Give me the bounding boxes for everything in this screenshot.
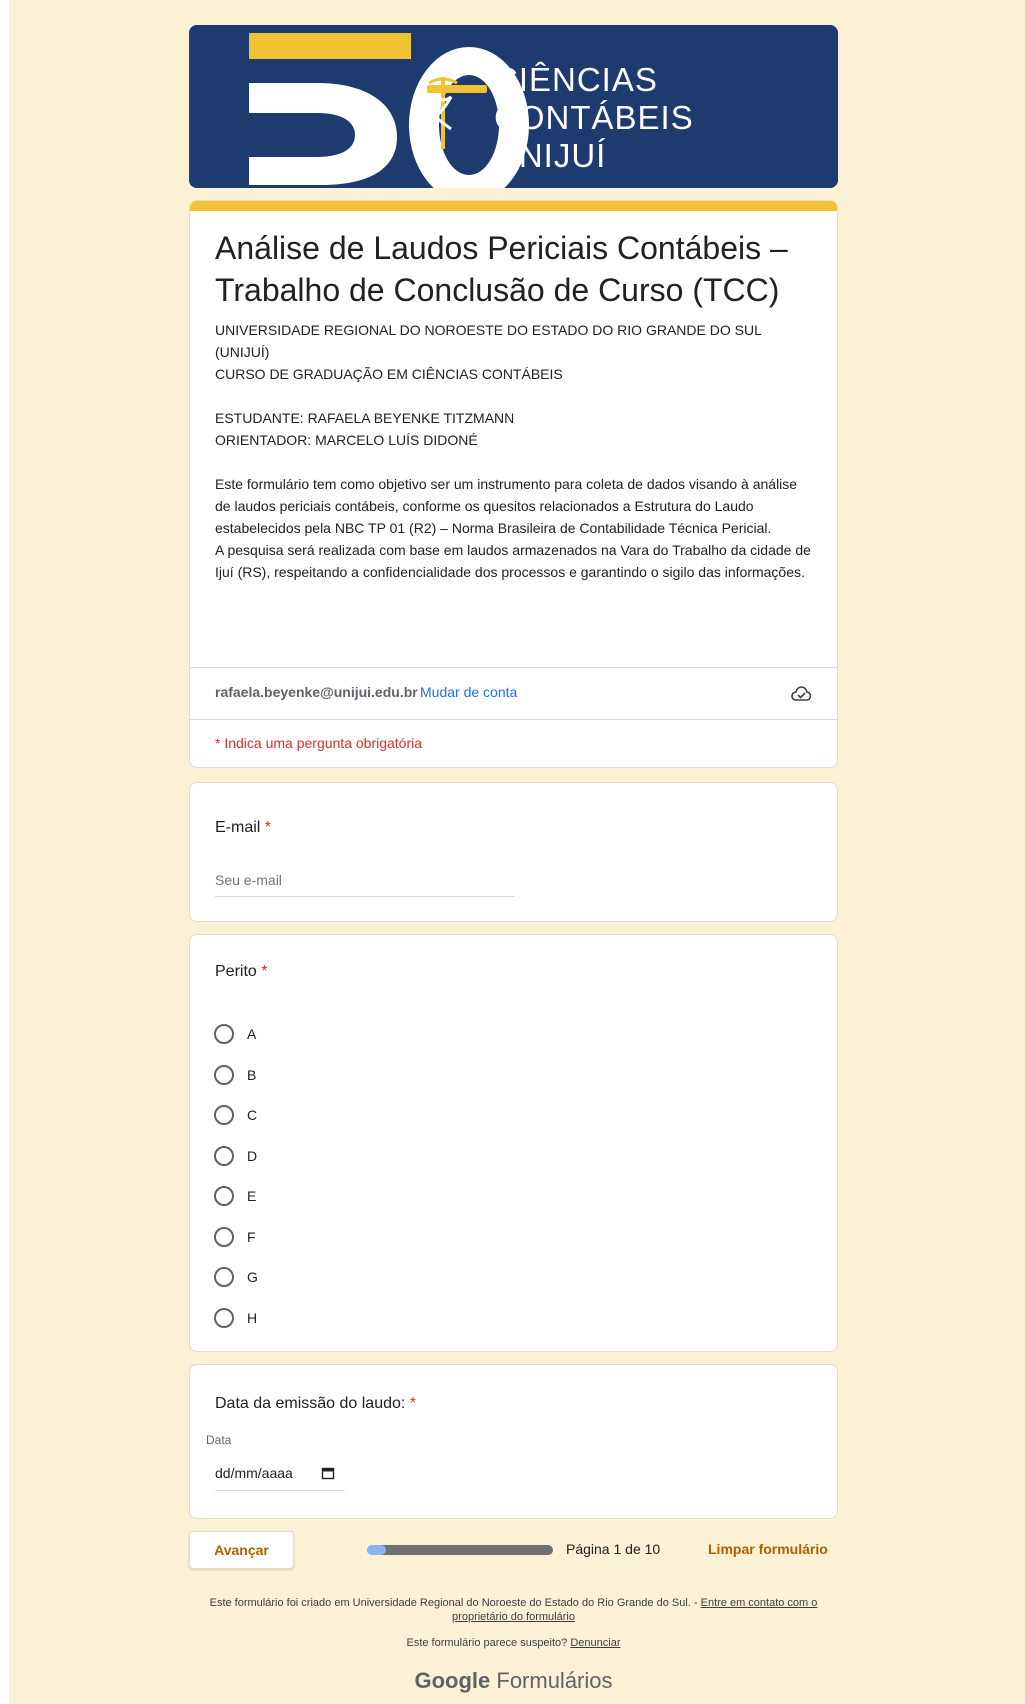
radio-button-icon[interactable] [214,1267,234,1287]
question-label: Data da emissão do laudo: * [215,1395,416,1413]
question-title: E-mail [215,819,261,836]
radio-option-c[interactable]: C [214,1100,257,1130]
radio-option-label: D [247,1148,258,1164]
radio-option-label: A [247,1026,257,1042]
radio-option-a[interactable]: A [214,1019,256,1049]
footer-created-text: Este formulário foi criado em Universida… [209,1597,698,1609]
radio-option-e[interactable]: E [214,1181,256,1211]
progress-bar-fill [367,1545,386,1555]
radio-option-label: B [247,1067,257,1083]
footer-report: Este formulário parece suspeito? Denunci… [189,1636,838,1650]
radio-option-label: F [247,1229,256,1245]
radio-button-icon[interactable] [214,1186,234,1206]
cloud-saved-icon [791,686,812,701]
footer-suspicious-text: Este formulário parece suspeito? [406,1637,568,1649]
description-line: CURSO DE GRADUAÇÃO EM CIÊNCIAS CONTÁBEIS [215,366,563,382]
progress-bar [367,1545,553,1555]
required-asterisk: * [264,819,272,836]
footer-created-by: Este formulário foi criado em Universida… [189,1596,838,1624]
email-field[interactable] [215,863,515,897]
radio-option-d[interactable]: D [214,1141,257,1171]
banner-graphic: ANOS CIÊNCIAS CONTÁBEIS UNIJUÍ [189,25,838,188]
radio-button-icon[interactable] [214,1146,234,1166]
radio-button-icon[interactable] [214,1065,234,1085]
radio-option-label: H [247,1310,258,1326]
radio-option-b[interactable]: B [214,1060,256,1090]
page-indicator: Página 1 de 10 [566,1541,661,1557]
radio-option-label: C [247,1107,258,1123]
theme-accent-bar [190,201,837,211]
description-line: Este formulário tem como objetivo ser um… [215,476,798,536]
banner-five-top-bar [249,33,411,59]
required-asterisk: * [261,963,268,980]
banner-line-3: UNIJUÍ [494,137,606,174]
question-perito: Perito * A B C D E F G H [189,934,838,1352]
required-asterisk: * [409,1395,417,1412]
radio-button-icon[interactable] [214,1105,234,1125]
radio-button-icon[interactable] [214,1227,234,1247]
date-placeholder: dd/mm/aaaa [215,1464,293,1481]
form-header-card: Análise de Laudos Periciais Contábeis – … [189,200,838,768]
calendar-icon[interactable] [321,1466,335,1480]
description-line: A pesquisa será realizada com base em la… [215,542,811,580]
header-banner: ANOS CIÊNCIAS CONTÁBEIS UNIJUÍ [189,25,838,188]
account-email: rafaela.beyenke@unijui.edu.br [215,684,418,700]
clear-form-button[interactable]: Limpar formulário [708,1541,828,1557]
description-line: ESTUDANTE: RAFAELA BEYENKE TITZMANN [215,410,515,426]
brand-google: Google [414,1668,491,1693]
radio-option-g[interactable]: G [214,1262,258,1292]
radio-option-f[interactable]: F [214,1222,256,1252]
radio-option-label: G [247,1269,258,1285]
radio-option-label: E [247,1188,257,1204]
banner-line-2: CONTÁBEIS [494,99,694,136]
switch-account-link[interactable]: Mudar de conta [420,684,517,700]
description-line: ORIENTADOR: MARCELO LUÍS DIDONÉ [215,432,478,448]
date-input[interactable]: dd/mm/aaaa [215,1455,345,1491]
question-title: Data da emissão do laudo: [215,1395,406,1412]
form-description: UNIVERSIDADE REGIONAL DO NOROESTE DO EST… [215,319,815,583]
question-email: E-mail * [189,782,838,922]
account-row: rafaela.beyenke@unijui.edu.br Mudar de c… [190,667,837,720]
radio-button-icon[interactable] [214,1308,234,1328]
required-note: * Indica uma pergunta obrigatória [215,735,423,751]
brand-product: Formulários [496,1668,613,1693]
banner-line-1: CIÊNCIAS [494,61,658,98]
description-line: UNIVERSIDADE REGIONAL DO NOROESTE DO EST… [215,322,762,360]
question-label: E-mail * [215,819,271,837]
form-title: Análise de Laudos Periciais Contábeis – … [215,230,788,308]
radio-option-h[interactable]: H [214,1303,257,1333]
report-abuse-link[interactable]: Denunciar [570,1637,620,1649]
google-forms-logo[interactable]: Google Formulários [189,1668,838,1694]
question-label: Perito * [215,963,267,981]
question-date: Data da emissão do laudo: * Data dd/mm/a… [189,1364,838,1519]
date-sub-label: Data [206,1433,232,1447]
next-button[interactable]: Avançar [189,1531,294,1569]
radio-button-icon[interactable] [214,1024,234,1044]
question-title: Perito [215,963,257,980]
